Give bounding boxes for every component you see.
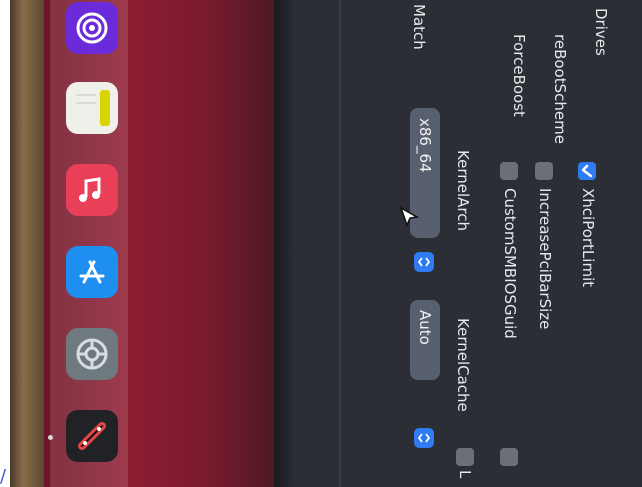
app-store-icon [79, 260, 105, 284]
custom-smbios-guid-checkbox[interactable] [500, 162, 518, 180]
monitor-bezel [10, 0, 44, 487]
music-app-icon[interactable] [66, 164, 118, 216]
kernel-cache-stepper[interactable] [414, 428, 434, 448]
kernel-cache-select[interactable]: Auto [410, 300, 440, 380]
custom-smbios-guid-label: CustomSMBIOSGuid [501, 188, 519, 339]
notes-icon [76, 90, 110, 126]
chevron-updown-icon [417, 433, 431, 443]
xhci-port-limit-checkbox[interactable] [578, 162, 596, 180]
chevron-updown-icon [417, 257, 431, 267]
partial-checkbox-1[interactable] [500, 448, 518, 466]
dock [48, 0, 128, 487]
screen: Drives reBootScheme ForceBoost Match Xhc… [44, 0, 642, 487]
increase-pci-bar-size-label: IncreasePciBarSize [536, 188, 554, 330]
force-boost-label: ForceBoost [510, 34, 528, 117]
xhci-port-limit-label: XhciPortLimit [579, 188, 597, 288]
kernel-arch-stepper[interactable] [414, 252, 434, 272]
system-settings-icon [76, 338, 108, 370]
podcasts-app-icon[interactable] [66, 2, 118, 54]
footer-slash: / [0, 466, 7, 487]
app-store-app-icon[interactable] [66, 246, 118, 298]
kernel-arch-label: KernelArch [454, 150, 472, 231]
photo-edge [0, 0, 10, 487]
notes-app-icon[interactable] [66, 82, 118, 134]
kernel-cache-value: Auto [416, 310, 434, 345]
increase-pci-bar-size-checkbox[interactable] [535, 162, 553, 180]
boot-scheme-label: reBootScheme [551, 34, 569, 144]
tool-icon [78, 422, 106, 450]
panel-divider [339, 0, 341, 487]
kernel-arch-value: x86_64 [416, 118, 434, 173]
dock-running-indicator [48, 435, 53, 440]
drives-label: Drives [592, 8, 610, 56]
checkmark-icon [581, 164, 593, 178]
mouse-cursor-icon [399, 206, 420, 228]
match-label: Match [410, 4, 428, 50]
partial-label: L [456, 470, 474, 479]
tool-app-icon[interactable] [66, 410, 118, 462]
panel-shadow [274, 0, 296, 487]
kernel-cache-label: KernelCache [454, 318, 472, 412]
photo-stage: Drives reBootScheme ForceBoost Match Xhc… [0, 0, 642, 487]
music-icon [79, 177, 101, 202]
system-settings-app-icon[interactable] [66, 328, 118, 380]
partial-checkbox-2[interactable] [456, 448, 474, 466]
podcasts-icon [76, 12, 108, 44]
